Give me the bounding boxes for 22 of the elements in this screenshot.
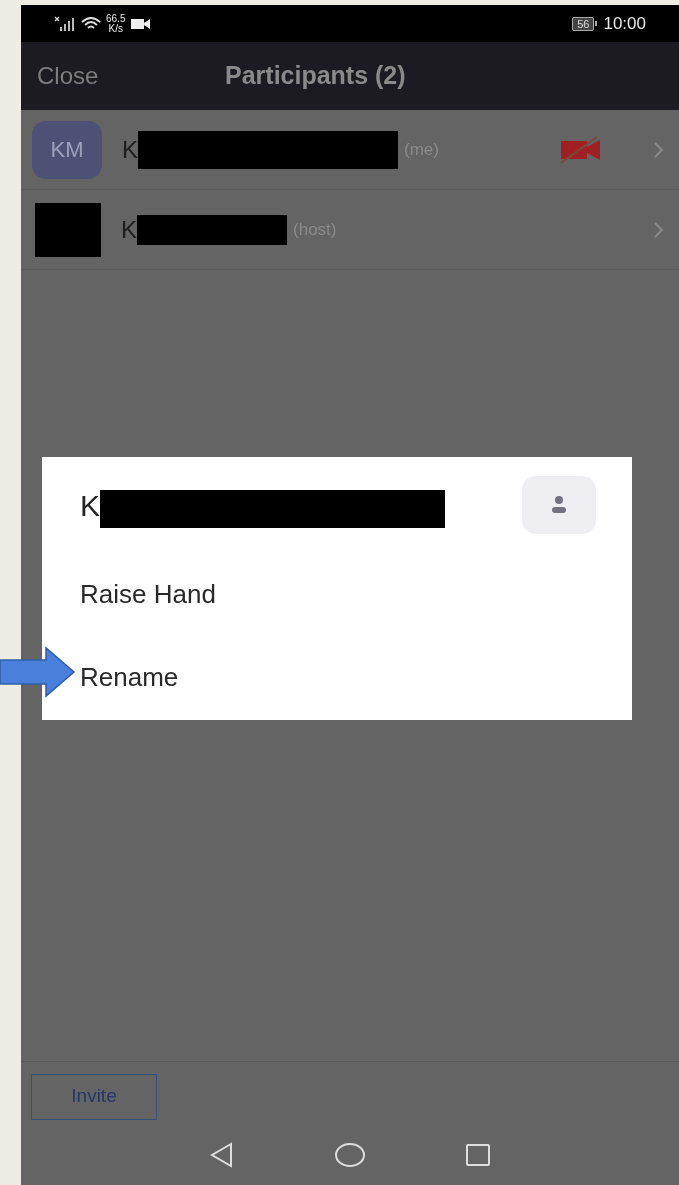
close-button[interactable]: Close: [37, 58, 99, 94]
redacted-avatar: [35, 202, 101, 257]
chevron-icon: [653, 219, 665, 240]
menu-item[interactable]: Raise Hand: [80, 553, 594, 636]
menu-item[interactable]: Rename: [80, 636, 594, 719]
person-icon: [551, 495, 567, 515]
signal-icon: [54, 15, 76, 32]
avatar: KM: [32, 120, 102, 179]
chevron-icon: [653, 139, 665, 160]
participant-name: K: [122, 134, 138, 165]
participant-name: K: [121, 214, 137, 245]
video-camera-icon: [131, 17, 152, 30]
recents-icon: [465, 1142, 491, 1168]
back-icon: [209, 1142, 235, 1168]
home-icon: [335, 1142, 365, 1168]
clock-time: 10:00: [603, 12, 646, 35]
speed-value: 66.5: [106, 13, 126, 24]
screen-title: Participants (2): [225, 60, 406, 92]
speed-unit: K/s: [108, 23, 123, 34]
battery-indicator: 56: [572, 16, 595, 31]
dialog-participant-name: K: [80, 487, 100, 524]
profile-button[interactable]: [522, 476, 596, 534]
